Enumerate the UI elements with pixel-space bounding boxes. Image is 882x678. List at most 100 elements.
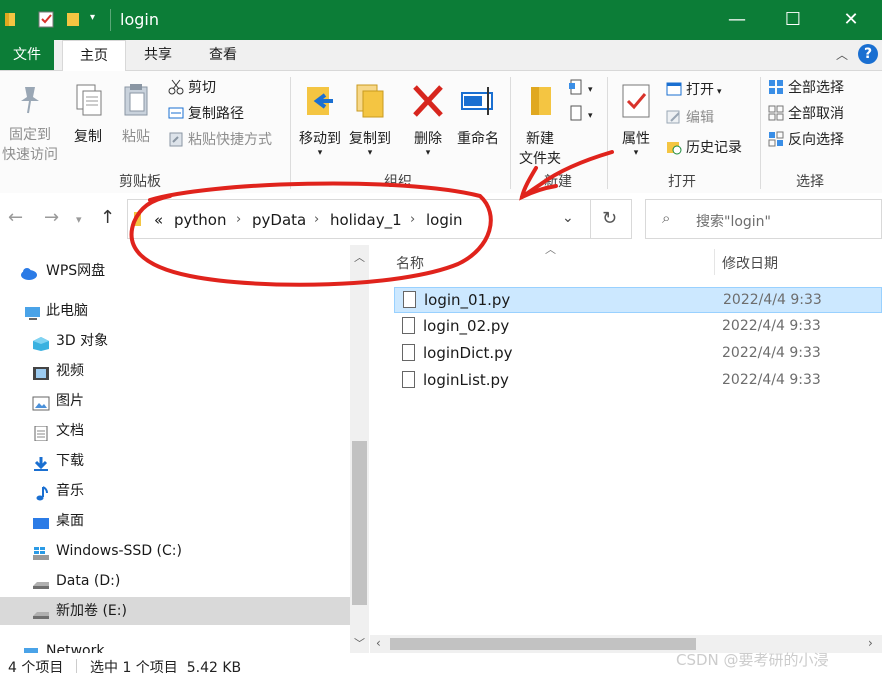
collapse-ribbon-icon[interactable]: ︿ [836, 46, 848, 63]
new-item-button[interactable]: ▾ [568, 77, 593, 99]
file-modified: 2022/4/4 9:33 [722, 345, 821, 361]
nav-item-pictures[interactable]: 图片 [0, 387, 350, 415]
tab-file[interactable]: 文件 [0, 40, 54, 70]
easy-access-button[interactable]: ▾ [568, 103, 593, 125]
chevron-right-icon[interactable]: › [410, 212, 415, 227]
address-dropdown-icon[interactable]: ⌄ [562, 210, 574, 226]
breadcrumb-overflow[interactable]: « [154, 211, 163, 229]
nav-item-3d-objects[interactable]: 3D 对象 [0, 327, 350, 355]
title-separator [110, 9, 111, 31]
tab-share[interactable]: 共享 [128, 40, 188, 70]
nav-item-music[interactable]: 音乐 [0, 477, 350, 505]
column-header-name[interactable]: 名称 [396, 253, 424, 273]
properties-quick-icon[interactable] [38, 10, 54, 28]
paste-shortcut-button[interactable]: 粘贴快捷方式 [168, 129, 272, 151]
paste-label: 粘贴 [122, 129, 150, 145]
scroll-left-icon[interactable]: ‹ [376, 636, 381, 650]
file-row[interactable]: login_02.py 2022/4/4 9:33 [394, 314, 882, 340]
tab-view[interactable]: 查看 [192, 40, 254, 70]
breadcrumb-login[interactable]: login [426, 211, 463, 229]
back-arrow-icon[interactable]: ← [8, 207, 23, 228]
properties-button[interactable]: 属性 ▾ [614, 77, 658, 158]
nav-item-downloads[interactable]: 下载 [0, 447, 350, 475]
nav-item-drive-c[interactable]: Windows-SSD (C:) [0, 537, 350, 565]
edit-button[interactable]: 编辑 [666, 107, 714, 129]
customize-dropdown-icon[interactable]: ▾ [90, 12, 106, 30]
move-to-button[interactable]: 移动到 ▾ [296, 77, 344, 158]
up-arrow-icon[interactable]: ↑ [100, 207, 115, 228]
nav-label: 视频 [56, 363, 84, 379]
paste-button[interactable]: 粘贴 [114, 77, 158, 147]
cut-label: 剪切 [188, 80, 216, 96]
select-all-button[interactable]: 全部选择 [768, 77, 844, 99]
new-folder-quick-icon[interactable] [66, 10, 82, 28]
recent-dropdown-icon[interactable]: ▾ [76, 213, 82, 226]
move-to-label: 移动到 [299, 131, 341, 147]
file-row[interactable]: login_01.py 2022/4/4 9:33 [394, 287, 882, 313]
status-divider [76, 659, 77, 673]
column-divider[interactable] [714, 249, 715, 275]
easy-access-icon [568, 105, 584, 121]
maximize-button[interactable]: ☐ [764, 0, 822, 40]
new-folder-icon [514, 83, 566, 125]
nav-item-video[interactable]: 视频 [0, 357, 350, 385]
breadcrumb-pydata[interactable]: pyData [252, 211, 306, 229]
copy-path-label: 复制路径 [188, 106, 244, 122]
rename-label: 重命名 [457, 131, 499, 147]
nav-item-this-pc[interactable]: 此电脑 [0, 297, 350, 325]
tab-home[interactable]: 主页 [62, 40, 126, 71]
forward-arrow-icon[interactable]: → [44, 207, 59, 228]
python-file-icon [402, 317, 415, 334]
file-row[interactable]: loginList.py 2022/4/4 9:33 [394, 368, 882, 394]
invert-selection-button[interactable]: 反向选择 [768, 129, 844, 151]
group-separator [290, 77, 291, 189]
file-name: loginList.py [423, 371, 509, 389]
hscroll-thumb[interactable] [390, 638, 696, 650]
minimize-button[interactable]: — [708, 0, 766, 40]
folder-icon [4, 10, 20, 28]
python-file-icon [402, 371, 415, 388]
move-to-icon [296, 83, 344, 125]
address-bar[interactable]: « python › pyData › holiday_1 › login ⌄ … [127, 199, 632, 239]
close-button[interactable]: ✕ [822, 0, 880, 40]
breadcrumb-holiday[interactable]: holiday_1 [330, 211, 402, 229]
copy-to-button[interactable]: 复制到 ▾ [346, 77, 394, 158]
select-none-button[interactable]: 全部取消 [768, 103, 844, 125]
new-folder-button[interactable]: 新建 文件夹 [514, 77, 566, 169]
copy-button[interactable]: 复制 [66, 77, 110, 147]
chevron-right-icon[interactable]: › [236, 212, 241, 227]
desktop-icon [32, 513, 49, 529]
scroll-thumb[interactable] [352, 441, 367, 605]
open-button[interactable]: 打开 ▾ [666, 79, 722, 101]
nav-item-drive-d[interactable]: Data (D:) [0, 567, 350, 595]
copy-path-button[interactable]: 复制路径 [168, 103, 244, 125]
scroll-right-icon[interactable]: › [868, 636, 873, 650]
column-header-modified[interactable]: 修改日期 [722, 253, 778, 273]
cut-button[interactable]: 剪切 [168, 77, 216, 99]
nav-item-drive-e[interactable]: 新加卷 (E:) [0, 597, 350, 625]
copy-to-dropdown-icon: ▾ [367, 148, 373, 158]
nav-item-wps-cloud[interactable]: WPS网盘 [0, 257, 350, 285]
select-group-label: 选择 [796, 174, 824, 190]
nav-item-documents[interactable]: 文档 [0, 417, 350, 445]
scroll-up-icon[interactable]: ︿ [354, 249, 365, 265]
nav-scrollbar[interactable]: ︿ ﹀ [350, 245, 369, 653]
delete-button[interactable]: 删除 ▾ [406, 77, 450, 158]
file-row[interactable]: loginDict.py 2022/4/4 9:33 [394, 341, 882, 367]
edit-label: 编辑 [686, 110, 714, 126]
search-box[interactable]: ⌕ 搜索"login" [645, 199, 882, 239]
chevron-right-icon[interactable]: › [314, 212, 319, 227]
rename-button[interactable]: 重命名 [452, 77, 504, 149]
new-item-icon [568, 79, 584, 95]
scroll-down-icon[interactable]: ﹀ [354, 635, 365, 651]
breadcrumb-python[interactable]: python [174, 211, 226, 229]
select-all-label: 全部选择 [788, 80, 844, 96]
pin-quick-access-button[interactable]: 固定到 快速访问 [0, 77, 60, 165]
help-icon[interactable]: ? [858, 44, 878, 64]
drive-icon [32, 573, 49, 589]
copy-to-label: 复制到 [349, 131, 391, 147]
nav-item-network[interactable]: Network [0, 637, 350, 653]
history-button[interactable]: 历史记录 [666, 137, 742, 159]
nav-item-desktop[interactable]: 桌面 [0, 507, 350, 535]
refresh-icon[interactable]: ↻ [602, 208, 617, 229]
